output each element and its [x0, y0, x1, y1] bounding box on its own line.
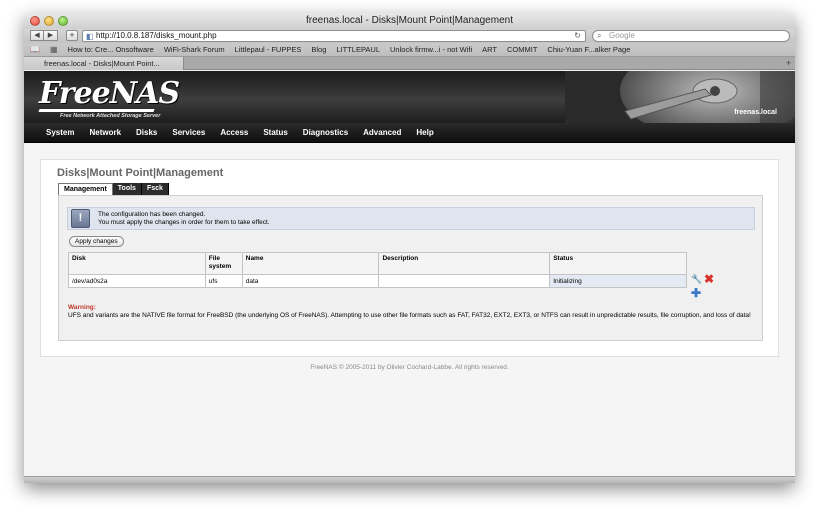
freenas-banner: FreeNAS Free Network Attached Storage Se…: [24, 71, 795, 123]
footer-copyright: FreeNAS © 2005-2011 by Olivier Cochard-L…: [310, 364, 509, 371]
menu-system[interactable]: System: [46, 128, 74, 137]
notice-line-1: The configuration has been changed.: [98, 211, 206, 218]
minimize-window-button[interactable]: [44, 16, 54, 26]
cell-name: data: [241, 274, 380, 288]
tab-bar: freenas.local - Disks|Mount Point... +: [24, 57, 795, 70]
book-icon[interactable]: 📖: [30, 45, 40, 54]
main-area: Disks|Mount Point|Management Management …: [40, 159, 779, 357]
page-content: FreeNAS Free Network Attached Storage Se…: [24, 71, 795, 483]
logo-tagline: Free Network Attached Storage Server: [60, 113, 161, 119]
add-bookmark-button[interactable]: +: [66, 30, 78, 41]
bookmark-item[interactable]: WiFi-Shark Forum: [164, 45, 225, 54]
config-changed-notice: ! The configuration has been changed. Yo…: [67, 207, 755, 230]
back-button[interactable]: ◀: [30, 30, 44, 41]
bookmark-item[interactable]: Chiu-Yuan F...alker Page: [547, 45, 630, 54]
address-bar[interactable]: ◧ http://10.0.8.187/disks_mount.php ↻: [82, 30, 586, 42]
grid-icon[interactable]: ▦: [50, 45, 58, 54]
cell-disk: /dev/ad0s2a: [68, 274, 206, 288]
cell-description: [378, 274, 551, 288]
tab-management[interactable]: Management: [58, 183, 113, 195]
freenas-logo[interactable]: FreeNAS: [39, 76, 180, 111]
menu-access[interactable]: Access: [220, 128, 248, 137]
table-row[interactable]: /dev/ad0s2a ufs data Initializing: [68, 274, 687, 288]
mount-point-table: Disk File system Name Description Status…: [68, 252, 687, 288]
window-controls: [30, 16, 68, 26]
tab-fsck[interactable]: Fsck: [141, 183, 169, 195]
table-header-row: Disk File system Name Description Status: [68, 252, 687, 275]
menu-network[interactable]: Network: [89, 128, 121, 137]
bookmark-item[interactable]: COMMIT: [507, 45, 537, 54]
header-status: Status: [549, 252, 687, 275]
zoom-window-button[interactable]: [58, 16, 68, 26]
browser-window: freenas.local - Disks|Mount Point|Manage…: [24, 13, 795, 483]
bookmark-item[interactable]: How to: Cre... Onsoftware: [68, 45, 154, 54]
notice-line-2: You must apply the changes in order for …: [98, 219, 270, 226]
bookmark-item[interactable]: Unlock firmw...i - not Wifi: [390, 45, 472, 54]
search-icon: ⌕: [597, 31, 602, 40]
menu-disks[interactable]: Disks: [136, 128, 157, 137]
page-tabs: Management Tools Fsck: [58, 183, 169, 195]
back-arrow-icon: ◀: [34, 32, 40, 39]
bookmark-item[interactable]: Littlepaul - FUPPES: [235, 45, 302, 54]
page-title: Disks|Mount Point|Management: [57, 167, 224, 179]
main-menu: System Network Disks Services Access Sta…: [24, 123, 795, 143]
bookmark-item[interactable]: Blog: [311, 45, 326, 54]
warning-text: UFS and variants are the NATIVE file for…: [68, 312, 751, 319]
management-panel: ! The configuration has been changed. Yo…: [58, 195, 763, 341]
close-window-button[interactable]: [30, 16, 40, 26]
title-bar: freenas.local - Disks|Mount Point|Manage…: [24, 13, 795, 29]
bookmark-item[interactable]: ART: [482, 45, 497, 54]
logo-swoosh: [38, 109, 155, 112]
reload-icon[interactable]: ↻: [574, 31, 581, 41]
delete-icon[interactable]: ✖: [704, 272, 714, 286]
cell-status: Initializing: [549, 274, 687, 288]
browser-toolbar: ◀ ▶ + ◧ http://10.0.8.187/disks_mount.ph…: [24, 29, 795, 43]
page-icon: ◧: [86, 32, 94, 41]
add-icon[interactable]: ✚: [691, 286, 701, 300]
header-description: Description: [378, 252, 551, 275]
warning-title: Warning:: [68, 304, 96, 311]
edit-wrench-icon[interactable]: 🔧: [691, 274, 702, 285]
browser-tab[interactable]: freenas.local - Disks|Mount Point...: [24, 57, 184, 70]
header-name: Name: [241, 252, 380, 275]
window-title: freenas.local - Disks|Mount Point|Manage…: [306, 15, 513, 26]
new-tab-icon[interactable]: +: [786, 57, 791, 70]
tab-tools[interactable]: Tools: [112, 183, 142, 195]
apply-changes-button[interactable]: Apply changes: [69, 236, 124, 247]
bookmark-item[interactable]: LITTLEPAUL: [336, 45, 380, 54]
cell-file-system: ufs: [204, 274, 243, 288]
url-text: http://10.0.8.187/disks_mount.php: [96, 31, 217, 40]
menu-advanced[interactable]: Advanced: [363, 128, 401, 137]
browser-status-bar: [24, 476, 795, 483]
plus-icon: +: [69, 30, 75, 40]
hostname-label: freenas.local: [734, 109, 777, 116]
menu-diagnostics[interactable]: Diagnostics: [303, 128, 348, 137]
search-placeholder: Google: [609, 31, 635, 40]
menu-status[interactable]: Status: [263, 128, 287, 137]
bookmarks-bar: 📖 ▦ How to: Cre... Onsoftware WiFi-Shark…: [24, 43, 795, 57]
menu-help[interactable]: Help: [416, 128, 433, 137]
header-disk: Disk: [68, 252, 206, 275]
header-file-system: File system: [204, 252, 243, 275]
menu-services[interactable]: Services: [172, 128, 205, 137]
search-field[interactable]: ⌕ Google: [592, 30, 790, 42]
info-exclamation-icon: !: [71, 209, 90, 228]
forward-arrow-icon: ▶: [47, 32, 54, 39]
forward-button[interactable]: ▶: [44, 30, 58, 41]
